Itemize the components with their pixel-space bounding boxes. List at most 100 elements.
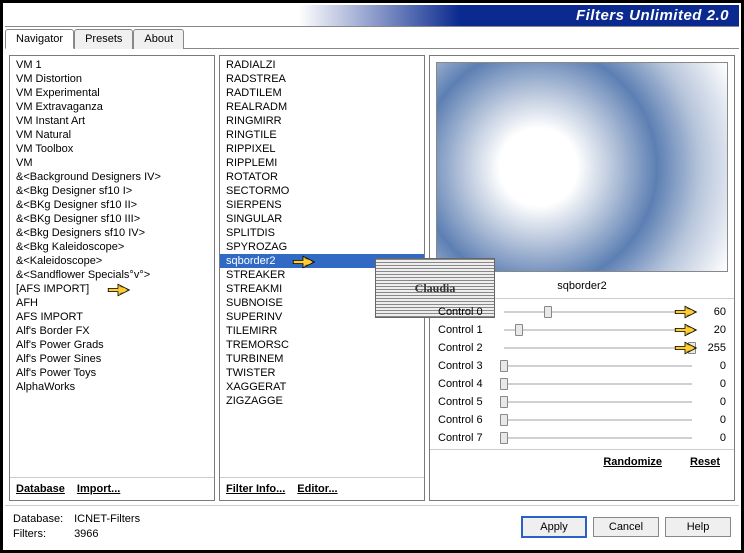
control-value: 20: [698, 324, 726, 336]
control-slider[interactable]: [504, 305, 692, 319]
category-item[interactable]: &<Bkg Designer sf10 I>: [10, 184, 214, 198]
control-row: Control 5 0: [438, 393, 726, 411]
control-value: 0: [698, 360, 726, 372]
control-row: Control 4 0: [438, 375, 726, 393]
filter-item[interactable]: RINGMIRR: [220, 114, 424, 128]
control-slider[interactable]: [504, 431, 692, 445]
category-item[interactable]: &<Background Designers IV>: [10, 170, 214, 184]
db-value: ICNET-Filters: [74, 513, 140, 525]
filter-item[interactable]: ZIGZAGGE: [220, 394, 424, 408]
filter-info-button[interactable]: Filter Info...: [226, 483, 285, 495]
category-item[interactable]: AlphaWorks: [10, 380, 214, 394]
control-value: 0: [698, 378, 726, 390]
control-label: Control 4: [438, 378, 498, 390]
filter-item[interactable]: REALRADM: [220, 100, 424, 114]
app-title: Filters Unlimited 2.0: [5, 5, 739, 27]
preview-image: [436, 62, 728, 272]
category-item[interactable]: [AFS IMPORT]: [10, 282, 214, 296]
control-slider[interactable]: [504, 413, 692, 427]
footer: Database: ICNET-Filters Filters: 3966 Ap…: [5, 505, 739, 548]
control-label: Control 6: [438, 414, 498, 426]
filter-item[interactable]: RIPPIXEL: [220, 142, 424, 156]
db-label: Database:: [13, 512, 71, 527]
control-row: Control 6 0: [438, 411, 726, 429]
category-item[interactable]: &<Kaleidoscope>: [10, 254, 214, 268]
control-label: Control 3: [438, 360, 498, 372]
tab-about[interactable]: About: [133, 29, 184, 49]
randomize-button[interactable]: Randomize: [603, 456, 662, 468]
control-value: 60: [698, 306, 726, 318]
category-panel: VM 1VM DistortionVM ExperimentalVM Extra…: [9, 55, 215, 501]
category-item[interactable]: Alf's Border FX: [10, 324, 214, 338]
category-item[interactable]: &<Bkg Kaleidoscope>: [10, 240, 214, 254]
category-item[interactable]: &<BKg Designer sf10 III>: [10, 212, 214, 226]
filter-item[interactable]: SPLITDIS: [220, 226, 424, 240]
category-item[interactable]: VM Experimental: [10, 86, 214, 100]
filter-item[interactable]: RIPPLEMI: [220, 156, 424, 170]
category-item[interactable]: VM: [10, 156, 214, 170]
control-label: Control 1: [438, 324, 498, 336]
category-item[interactable]: AFS IMPORT: [10, 310, 214, 324]
control-label: Control 7: [438, 432, 498, 444]
filter-item[interactable]: SIERPENS: [220, 198, 424, 212]
control-row: Control 0 60: [438, 303, 726, 321]
filter-item[interactable]: XAGGERAT: [220, 380, 424, 394]
filter-item[interactable]: TREMORSC: [220, 338, 424, 352]
control-slider[interactable]: [504, 377, 692, 391]
control-slider[interactable]: [504, 395, 692, 409]
category-item[interactable]: VM Natural: [10, 128, 214, 142]
category-item[interactable]: &<Bkg Designers sf10 IV>: [10, 226, 214, 240]
category-item[interactable]: VM Toolbox: [10, 142, 214, 156]
database-button[interactable]: Database: [16, 483, 65, 495]
control-label: Control 5: [438, 396, 498, 408]
control-value: 255: [698, 342, 726, 354]
filter-item[interactable]: RADTILEM: [220, 86, 424, 100]
category-item[interactable]: Alf's Power Grads: [10, 338, 214, 352]
filters-count: 3966: [74, 528, 98, 540]
filter-item[interactable]: RADSTREA: [220, 72, 424, 86]
import-button[interactable]: Import...: [77, 483, 120, 495]
control-value: 0: [698, 414, 726, 426]
control-label: Control 0: [438, 306, 498, 318]
controls-area: Control 060Control 120Control 2255Contro…: [430, 298, 734, 449]
help-button[interactable]: Help: [665, 517, 731, 537]
tab-bar: Navigator Presets About: [5, 29, 739, 49]
control-row: Control 2 255: [438, 339, 726, 357]
tab-navigator[interactable]: Navigator: [5, 29, 74, 49]
filter-item[interactable]: SINGULAR: [220, 212, 424, 226]
cancel-button[interactable]: Cancel: [593, 517, 659, 537]
category-item[interactable]: VM Instant Art: [10, 114, 214, 128]
category-list[interactable]: VM 1VM DistortionVM ExperimentalVM Extra…: [10, 56, 214, 477]
filter-item[interactable]: TURBINEM: [220, 352, 424, 366]
control-row: Control 7 0: [438, 429, 726, 447]
tab-presets[interactable]: Presets: [74, 29, 133, 49]
filters-label: Filters:: [13, 527, 71, 542]
control-row: Control 1 20: [438, 321, 726, 339]
category-item[interactable]: &<BKg Designer sf10 II>: [10, 198, 214, 212]
filter-item[interactable]: SPYROZAG: [220, 240, 424, 254]
control-slider[interactable]: [504, 323, 692, 337]
category-item[interactable]: VM 1: [10, 58, 214, 72]
filter-item[interactable]: ROTATOR: [220, 170, 424, 184]
category-item[interactable]: VM Extravaganza: [10, 100, 214, 114]
control-label: Control 2: [438, 342, 498, 354]
editor-button[interactable]: Editor...: [297, 483, 337, 495]
filter-item[interactable]: SECTORMO: [220, 184, 424, 198]
control-value: 0: [698, 432, 726, 444]
control-row: Control 3 0: [438, 357, 726, 375]
category-item[interactable]: Alf's Power Sines: [10, 352, 214, 366]
control-value: 0: [698, 396, 726, 408]
reset-button[interactable]: Reset: [690, 456, 720, 468]
category-item[interactable]: Alf's Power Toys: [10, 366, 214, 380]
filter-item[interactable]: RINGTILE: [220, 128, 424, 142]
apply-button[interactable]: Apply: [521, 516, 587, 538]
filter-item[interactable]: RADIALZI: [220, 58, 424, 72]
control-slider[interactable]: [504, 341, 692, 355]
category-item[interactable]: AFH: [10, 296, 214, 310]
control-slider[interactable]: [504, 359, 692, 373]
preview-panel: Claudia sqborder2 Control 060Control 120…: [429, 55, 735, 501]
filter-item[interactable]: TILEMIRR: [220, 324, 424, 338]
category-item[interactable]: &<Sandflower Specials°v°>: [10, 268, 214, 282]
filter-item[interactable]: TWISTER: [220, 366, 424, 380]
category-item[interactable]: VM Distortion: [10, 72, 214, 86]
